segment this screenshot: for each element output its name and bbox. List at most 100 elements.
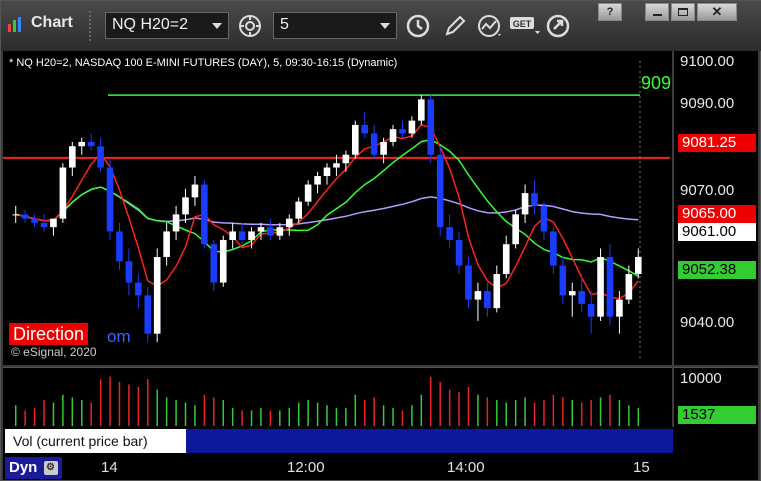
- candle-body: [135, 282, 142, 296]
- toolbar-grip[interactable]: [89, 11, 97, 41]
- candle-body: [125, 261, 133, 283]
- maximize-window-button[interactable]: [671, 3, 695, 21]
- time-label: 14:00: [447, 459, 485, 476]
- studies-button[interactable]: [473, 12, 507, 39]
- volume-axis[interactable]: 10000 1537: [673, 367, 758, 427]
- candle-body: [248, 231, 255, 240]
- symbol-value: NQ H20=2: [112, 16, 189, 33]
- candle-body: [493, 274, 501, 309]
- toolbar: Chart NQ H20=2 5 GET ? ✕: [1, 1, 761, 51]
- candle-body: [351, 124, 359, 155]
- app-logo-icon: [8, 17, 21, 32]
- help-icon: ?: [606, 6, 614, 18]
- time-button[interactable]: [401, 12, 435, 39]
- window-title: Chart: [31, 14, 73, 31]
- study-bar: Vol (current price bar) ×: [3, 427, 758, 455]
- candle-body: [78, 141, 86, 147]
- candle-body: [295, 201, 303, 219]
- volume-tick: 10000: [680, 370, 722, 387]
- candle-body: [314, 176, 321, 185]
- direction-badge[interactable]: Direction: [9, 323, 89, 345]
- candle-body: [163, 231, 170, 257]
- candle-body: [333, 163, 340, 168]
- price-tick: 9070.00: [680, 182, 735, 199]
- close-window-button[interactable]: ✕: [697, 3, 737, 21]
- candle-body: [531, 193, 538, 206]
- study-area: [186, 429, 673, 453]
- candle-body: [257, 227, 265, 232]
- time-axis[interactable]: Dyn ⚙ 14 12:00 14:00 15: [3, 455, 758, 480]
- candle-body: [625, 274, 633, 300]
- candle-body: [153, 257, 161, 334]
- dynamic-tab-label: Dyn: [9, 459, 38, 476]
- candle-body: [285, 218, 293, 228]
- candle-body: [106, 167, 114, 232]
- help-window-button[interactable]: ?: [598, 3, 622, 21]
- green-line-label: 909: [641, 73, 672, 93]
- price-axis[interactable]: 9100.00 9090.00 9081.25 9070.00 9065.00 …: [673, 51, 758, 365]
- candle-body: [597, 257, 604, 317]
- candle-body: [201, 184, 208, 245]
- candle-body: [31, 218, 38, 223]
- interval-dropdown[interactable]: 5: [273, 12, 397, 39]
- candle-body: [399, 129, 406, 134]
- dynamic-tab[interactable]: Dyn ⚙: [5, 457, 62, 479]
- candle-body: [502, 244, 510, 275]
- get-button[interactable]: GET: [507, 12, 543, 39]
- chart-header: * NQ H20=2, NASDAQ 100 E-MINI FUTURES (D…: [9, 57, 398, 69]
- get-data-icon: GET: [510, 16, 540, 34]
- candle-body: [69, 146, 76, 168]
- candle-body: [342, 154, 350, 164]
- study-label[interactable]: Vol (current price bar): [5, 429, 186, 453]
- maximize-icon: [678, 8, 688, 16]
- price-tick: 9090.00: [680, 95, 735, 112]
- green-ma-price-tag: 9052.38: [678, 261, 756, 279]
- last-volume-tag: 1537: [678, 406, 756, 424]
- symbol-settings-button[interactable]: [233, 12, 267, 39]
- candle-body: [540, 205, 548, 232]
- candle-body: [455, 239, 463, 266]
- time-label: 14: [101, 459, 118, 476]
- price-tick: 9100.00: [680, 53, 735, 70]
- close-icon: ✕: [711, 4, 723, 19]
- time-label: 12:00: [287, 459, 325, 476]
- draw-button[interactable]: [438, 12, 472, 39]
- price-chart[interactable]: [3, 51, 672, 365]
- volume-pane[interactable]: [3, 367, 672, 427]
- time-label: 15: [633, 459, 650, 476]
- candle-body: [484, 291, 491, 309]
- pencil-icon: [445, 15, 466, 36]
- candle-body: [436, 154, 444, 228]
- candle-body: [191, 184, 199, 198]
- candle-body: [616, 299, 623, 317]
- lock-icon: ⚙: [43, 461, 58, 476]
- candle-body: [587, 303, 595, 317]
- red-line-price-tag: 9081.25: [678, 134, 756, 152]
- candle-body: [521, 193, 529, 215]
- clock-icon: [406, 14, 430, 37]
- candle-body: [276, 227, 284, 236]
- direction-link-text[interactable]: om: [107, 327, 131, 347]
- link-button[interactable]: [541, 12, 575, 39]
- candle-body: [40, 222, 48, 228]
- candle-body: [12, 214, 20, 216]
- symbol-dropdown[interactable]: NQ H20=2: [105, 12, 229, 39]
- volume-chart[interactable]: [3, 368, 672, 428]
- minimize-icon: [652, 14, 662, 16]
- study-close-button[interactable]: ×: [173, 429, 181, 444]
- line-chart-icon: [478, 14, 501, 37]
- candle-body: [97, 146, 104, 168]
- price-chart-pane[interactable]: * NQ H20=2, NASDAQ 100 E-MINI FUTURES (D…: [3, 51, 672, 365]
- candle-body: [380, 141, 387, 155]
- svg-text:GET: GET: [513, 19, 532, 29]
- candle-body: [389, 129, 397, 142]
- candle-body: [210, 244, 218, 283]
- link-arrows-icon: [546, 14, 570, 37]
- candle-body: [361, 124, 369, 134]
- candle-body: [512, 214, 519, 245]
- minimize-window-button[interactable]: [645, 3, 669, 21]
- candle-body: [559, 265, 567, 296]
- candle-body: [267, 227, 274, 236]
- chart-window: Chart NQ H20=2 5 GET ? ✕ * NQ H20=2, NAS…: [0, 0, 761, 481]
- candle-body: [370, 133, 378, 155]
